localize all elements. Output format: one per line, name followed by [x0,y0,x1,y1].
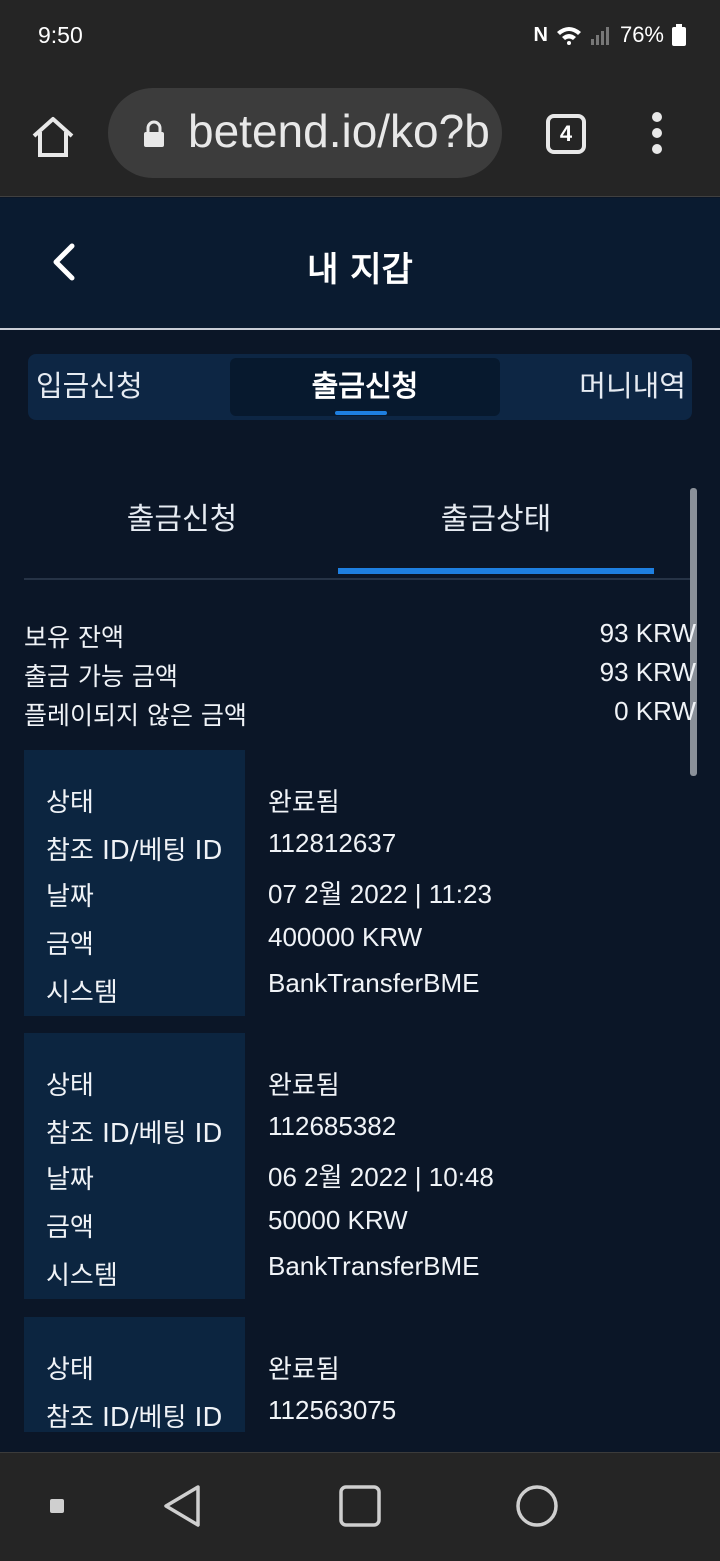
withdraw-sub-tabs: 출금신청 출금상태 [24,480,696,580]
summary-row: 출금 가능 금액 93 KRW [24,655,696,694]
page-header: 내 지갑 [0,198,720,330]
signal-icon [590,27,609,45]
label-ref-id: 참조 ID/베팅 ID [46,1119,223,1149]
value-ref-id: 112685382 [268,1111,397,1141]
status-icons: N 76% [533,22,686,48]
summary-value: 0 KRW [614,696,696,726]
home-nav-icon[interactable] [338,1483,382,1529]
withdrawal-record: 상태 완료됨 참조 ID/베팅 ID 112685382 날짜 06 2월 20… [24,1033,696,1299]
balance-summary: 보유 잔액 93 KRW 출금 가능 금액 93 KRW 플레이되지 않은 금액… [24,616,696,733]
back-nav-icon[interactable] [160,1483,204,1529]
subtab-withdraw-request[interactable]: 출금신청 [24,494,340,538]
status-time: 9:50 [38,22,83,48]
summary-value: 93 KRW [599,657,696,687]
subtab-indicator [338,568,654,574]
label-status: 상태 [46,788,94,818]
label-amount: 금액 [46,1213,94,1243]
summary-row: 보유 잔액 93 KRW [24,616,696,655]
value-status: 완료됨 [268,1354,340,1384]
label-system: 시스템 [46,1261,118,1291]
value-ref-id: 112563075 [268,1395,397,1425]
summary-label: 출금 가능 금액 [24,662,178,691]
active-tab-indicator [335,411,387,415]
wallet-segment-tabs: 입금신청 출금신청 머니내역 [28,354,692,420]
home-icon[interactable] [30,114,76,160]
value-ref-id: 112812637 [268,828,397,858]
lock-icon [144,120,164,147]
battery-icon [672,24,686,46]
label-status: 상태 [46,1355,94,1385]
tab-deposit[interactable]: 입금신청 [36,354,143,420]
system-nav-bar [0,1452,720,1561]
value-status: 완료됨 [268,787,340,817]
summary-value: 93 KRW [599,618,696,648]
value-status: 완료됨 [268,1070,340,1100]
recent-apps-dot-icon[interactable] [48,1497,66,1515]
value-amount: 400000 KRW [268,922,423,952]
assistant-nav-icon[interactable] [514,1483,560,1529]
summary-label: 보유 잔액 [24,623,124,652]
label-date: 날짜 [46,882,94,912]
label-date: 날짜 [46,1165,94,1195]
tab-money-history[interactable]: 머니내역 [579,354,686,420]
value-amount: 50000 KRW [268,1205,408,1235]
value-system: BankTransferBME [268,1251,480,1281]
label-ref-id: 참조 ID/베팅 ID [46,1403,223,1433]
nfc-icon: N [533,23,548,46]
page-title: 내 지갑 [307,250,413,290]
label-ref-id: 참조 ID/베팅 ID [46,836,223,866]
subtab-withdraw-status[interactable]: 출금상태 [338,494,654,538]
withdrawal-record: 상태 완료됨 참조 ID/베팅 ID 112812637 날짜 07 2월 20… [24,750,696,1016]
summary-row: 플레이되지 않은 금액 0 KRW [24,694,696,733]
label-status: 상태 [46,1071,94,1101]
status-bar: 9:50 N 76% [0,0,720,72]
wifi-icon [556,27,581,45]
value-date: 06 2월 2022 | 10:48 [268,1162,494,1192]
address-bar[interactable]: betend.io/ko?b [108,88,502,178]
browser-toolbar: betend.io/ko?b 4 [0,72,720,197]
overflow-menu-icon[interactable] [645,112,669,154]
label-amount: 금액 [46,930,94,960]
url-text: betend.io/ko?b [188,105,490,157]
tab-switcher-button[interactable]: 4 [546,114,586,154]
label-system: 시스템 [46,978,118,1008]
summary-label: 플레이되지 않은 금액 [24,701,247,730]
value-date: 07 2월 2022 | 11:23 [268,879,492,909]
battery-percent: 76% [619,22,664,47]
value-system: BankTransferBME [268,968,480,998]
withdrawal-record: 상태 완료됨 참조 ID/베팅 ID 112563075 [24,1317,696,1433]
